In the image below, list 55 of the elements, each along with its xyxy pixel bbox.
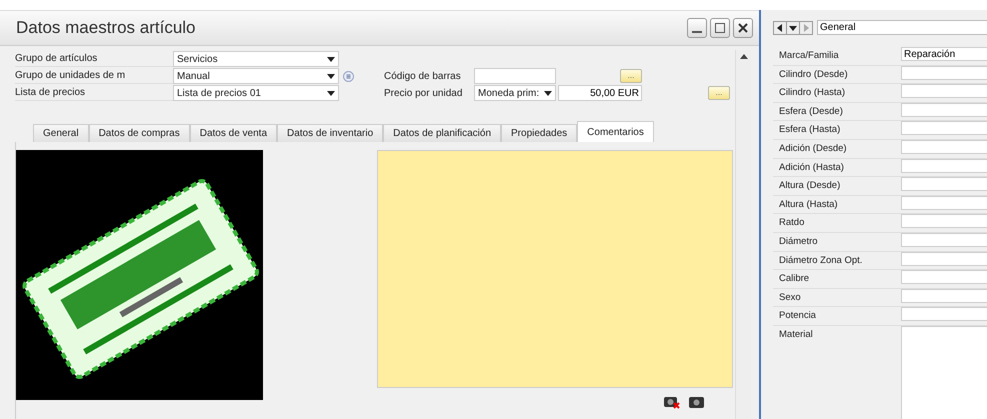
minimize-icon [692, 31, 702, 33]
dropdown-icon[interactable] [787, 22, 800, 34]
tab[interactable]: Propiedades [501, 124, 578, 142]
field-label: Código de barras [384, 70, 462, 82]
maximize-button[interactable] [710, 18, 730, 38]
caret-icon [327, 90, 335, 96]
field-label: Cilindro (Hasta) [778, 86, 846, 100]
caret-icon [327, 74, 335, 78]
field-label: Grupo de artículos [15, 51, 173, 67]
caret-icon [327, 56, 335, 62]
info-icon[interactable] [343, 70, 354, 82]
scroll-up-icon[interactable] [740, 54, 748, 59]
dropdown-field[interactable]: Lista de precios 01 [173, 85, 339, 101]
dropdown-field[interactable]: Servicios [173, 51, 339, 67]
browse-button[interactable]: ... [708, 86, 730, 100]
caret-icon [544, 90, 552, 96]
close-icon [738, 23, 748, 33]
window-title: Datos maestros artículo [16, 18, 196, 38]
close-button[interactable] [733, 18, 753, 38]
price-field[interactable]: 50,00 EUR [558, 85, 642, 101]
field-label: Marca/Familia [778, 49, 840, 63]
maximize-icon [715, 23, 725, 33]
field-label: Precio por unidad [384, 88, 464, 98]
field-label: Esfera (Hasta) [778, 123, 842, 138]
tab[interactable]: General [33, 124, 89, 142]
field-label: Material [778, 328, 814, 342]
field-label: Grupo de unidades de m [15, 68, 173, 84]
text-field[interactable]: Reparación [901, 47, 987, 61]
field-label: Cilindro (Desde) [778, 68, 849, 82]
field-label: Adición (Hasta) [778, 160, 845, 175]
field-label: Altura (Desde) [778, 179, 842, 194]
field-label: Ratdo [778, 216, 806, 230]
remove-camera-icon[interactable] [663, 394, 680, 409]
comments-area[interactable] [377, 150, 733, 388]
tab[interactable]: Comentarios [577, 121, 654, 142]
browse-button[interactable]: ... [620, 69, 642, 83]
barcode-field[interactable] [474, 68, 556, 84]
field-label: Potencia [778, 309, 817, 324]
field-label: Calibre [778, 272, 810, 286]
category-field[interactable]: General [817, 20, 987, 35]
camera-icon[interactable] [688, 394, 705, 409]
field-label: Lista de precios [15, 85, 173, 101]
field-label: Diámetro Zona Opt. [778, 254, 864, 268]
dropdown-field[interactable]: Manual [173, 68, 339, 84]
currency-dropdown[interactable]: Moneda prim: [474, 85, 556, 101]
tab[interactable]: Datos de venta [190, 124, 277, 142]
field-label: Adición (Desde) [778, 142, 848, 156]
field-label: Sexo [778, 290, 802, 305]
tab[interactable]: Datos de planificación [383, 124, 502, 142]
tab[interactable]: Datos de inventario [277, 124, 384, 142]
minimize-button[interactable] [687, 18, 707, 38]
field-label: Altura (Hasta) [778, 198, 839, 212]
field-label: Diámetro [778, 234, 819, 249]
tab[interactable]: Datos de compras [88, 124, 190, 142]
field-label: Esfera (Desde) [778, 104, 844, 119]
